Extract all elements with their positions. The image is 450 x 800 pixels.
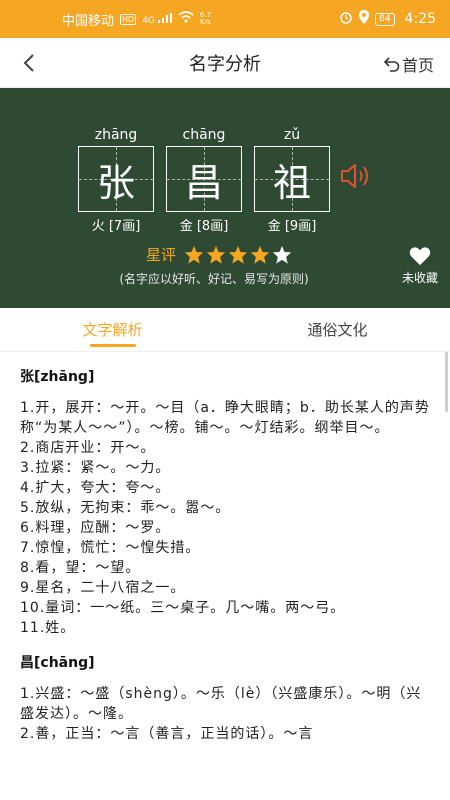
char-glyph: 张: [96, 160, 135, 205]
favorite-button[interactable]: 未收藏: [402, 246, 438, 286]
wifi-icon: [178, 11, 194, 27]
return-icon: [383, 57, 400, 72]
tab-bar: 文字解析 通俗文化: [0, 308, 450, 352]
char-glyph: 祖: [272, 160, 311, 205]
rating-label: 星评: [146, 246, 177, 264]
favorite-label: 未收藏: [401, 271, 438, 285]
rating-row: 星评: [146, 244, 292, 265]
analysis-content: 张[zhāng] 1.开，展开：～开。～目（a．睁大眼睛；b．助长某人的声势称“…: [0, 352, 450, 800]
star-icon: [250, 245, 270, 264]
definition-line: 2.善，正当：～言（善言，正当的话）。～言: [20, 726, 314, 742]
char-element: 火 [7画]: [91, 219, 141, 234]
chevron-left-icon: [23, 54, 34, 72]
tab-popular-culture[interactable]: 通俗文化: [225, 308, 450, 351]
definition-line: 6.料理，应酬：～罗。: [20, 520, 171, 536]
char-section: 昌[chāng] 1.兴盛：～盛（shèng）。～乐（lè）（兴盛康乐）。～明（…: [20, 652, 434, 744]
char-pinyin: zhāng: [94, 127, 138, 143]
alarm-icon: [339, 10, 353, 28]
char-pinyin: zǔ: [283, 127, 301, 143]
definition-line: 2.商店开业：开～。: [20, 440, 156, 456]
definition-line: 8.看，望：～望。: [20, 560, 141, 576]
char-section: 张[zhāng] 1.开，展开：～开。～目（a．睁大眼睛；b．助长某人的声势称“…: [20, 366, 434, 638]
char-grid-box: 祖: [254, 146, 330, 212]
back-button[interactable]: [16, 50, 42, 76]
definition-line: 4.扩大，夸大：夸～。: [20, 480, 171, 496]
char-element: 金 [8画]: [179, 219, 229, 234]
net-speed: 6.7 K/s: [199, 11, 211, 26]
heart-icon: [409, 247, 431, 266]
star-icon: [228, 245, 248, 264]
char-glyph: 昌: [184, 160, 223, 205]
status-bar: 中国移动 HD 4G 6.7 K/s 84 4:25: [0, 0, 450, 38]
definition-line: 5.放纵，无拘束：乖～。嚣～。: [20, 500, 231, 516]
char-column: chāng 昌 金 [8画]: [166, 126, 242, 234]
status-left: 中国移动 HD 4G 6.7 K/s: [62, 10, 211, 29]
home-label: 首页: [401, 56, 434, 75]
char-pinyin: chāng: [182, 127, 226, 143]
name-characters: zhāng 张 火 [7画] chāng 昌 金 [8画] zǔ 祖 金 [9画…: [78, 126, 330, 234]
definition-line: 1.开，展开：～开。～目（a．睁大眼睛；b．助长某人的声势称“为某人～～”）。～…: [20, 400, 430, 436]
star-icon: [206, 245, 226, 264]
definition-line: 9.星名，二十八宿之一。: [20, 580, 186, 596]
section-heading: 张[zhāng]: [20, 369, 95, 385]
name-hero-panel: zhāng 张 火 [7画] chāng 昌 金 [8画] zǔ 祖 金 [9画…: [0, 88, 450, 308]
battery-icon: 84: [375, 12, 395, 26]
status-right: 84 4:25: [339, 10, 436, 28]
hd-badge: HD: [120, 13, 137, 25]
definition-line: 3.拉紧：紧～。～力。: [20, 460, 171, 476]
star-icon: [272, 245, 292, 264]
definition-line: 7.惊惶，慌忙：～惶失措。: [20, 540, 201, 556]
signal-icon: 4G: [142, 12, 172, 26]
definition-line: 1.兴盛：～盛（shèng）。～乐（lè）（兴盛康乐）。～明（兴盛发达）。～隆。: [20, 686, 422, 722]
section-heading: 昌[chāng]: [20, 655, 95, 671]
tab-text-analysis[interactable]: 文字解析: [0, 308, 225, 351]
char-grid-box: 张: [78, 146, 154, 212]
scrollbar[interactable]: [445, 352, 448, 412]
star-icon: [184, 245, 204, 264]
location-icon: [359, 10, 370, 28]
rating-note: (名字应以好听、好记、易写为原则): [119, 272, 309, 286]
page-title: 名字分析: [189, 53, 261, 75]
char-grid-box: 昌: [166, 146, 242, 212]
char-column: zǔ 祖 金 [9画]: [254, 126, 330, 234]
clock: 4:25: [404, 11, 436, 27]
definition-line: 11.姓。: [20, 620, 76, 636]
char-column: zhāng 张 火 [7画]: [78, 126, 154, 234]
speaker-icon[interactable]: [340, 162, 374, 194]
home-button[interactable]: 首页: [383, 52, 434, 76]
carrier-name: 中国移动: [62, 13, 115, 29]
navbar: 名字分析 首页: [0, 38, 450, 88]
definition-line: 10.量词：一～纸。三～桌子。几～嘴。两～弓。: [20, 600, 346, 616]
star-rating: [184, 245, 292, 264]
char-element: 金 [9画]: [267, 219, 317, 234]
